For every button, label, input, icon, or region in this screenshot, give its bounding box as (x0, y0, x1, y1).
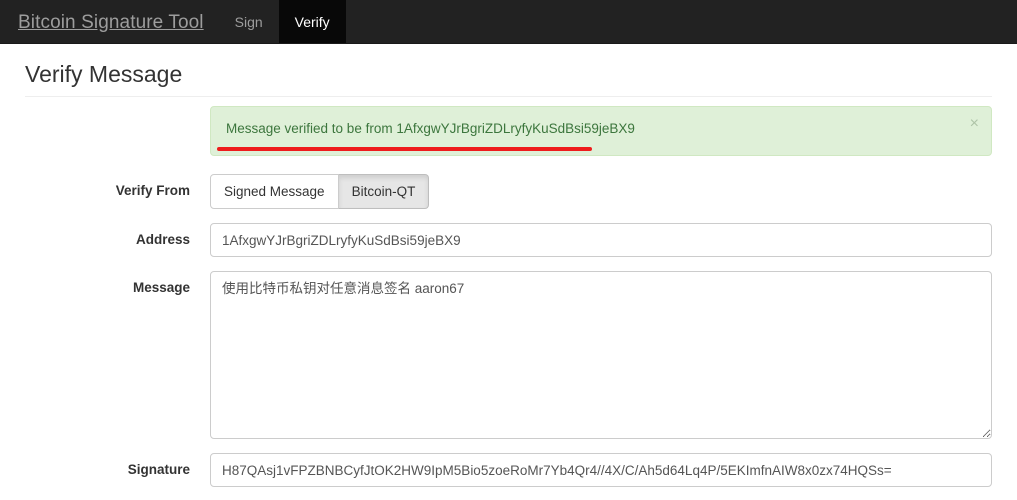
address-input[interactable] (210, 223, 992, 258)
verify-from-control: Signed Message Bitcoin-QT (210, 174, 992, 210)
signature-label: Signature (127, 462, 190, 478)
page-container: Verify Message Message verified to be fr… (0, 61, 1017, 500)
address-control (210, 223, 992, 258)
verify-form: Verify From Signed Message Bitcoin-QT Ad… (25, 174, 992, 500)
close-icon[interactable]: × (970, 116, 979, 132)
nav-link-sign[interactable]: Sign (219, 0, 279, 44)
navbar-links: Sign Verify (219, 0, 346, 44)
nav-link-verify[interactable]: Verify (278, 0, 346, 44)
navbar: Bitcoin Signature Tool Sign Verify (0, 0, 1017, 44)
form-row-verify-from: Verify From Signed Message Bitcoin-QT (25, 174, 992, 210)
page-title: Verify Message (25, 61, 992, 98)
message-textarea[interactable] (210, 271, 992, 440)
address-label: Address (135, 232, 190, 248)
verify-from-label: Verify From (115, 183, 190, 199)
success-alert: Message verified to be from 1AfxgwYJrBgr… (210, 106, 992, 157)
signature-control (210, 453, 992, 488)
alert-text: Message verified to be from 1AfxgwYJrBgr… (226, 121, 635, 137)
signature-input[interactable] (210, 453, 992, 488)
navbar-brand[interactable]: Bitcoin Signature Tool (0, 0, 219, 44)
alert-left-spacer (25, 106, 190, 156)
annotation-underline (217, 147, 592, 152)
form-row-address: Address (25, 223, 992, 258)
signed-message-button[interactable]: Signed Message (210, 174, 339, 210)
message-control (210, 271, 992, 440)
verify-from-button-group: Signed Message Bitcoin-QT (210, 174, 430, 210)
form-row-message: Message (25, 271, 992, 440)
alert-row: Message verified to be from 1AfxgwYJrBgr… (25, 106, 992, 157)
bitcoin-qt-button[interactable]: Bitcoin-QT (338, 174, 430, 210)
message-label: Message (132, 280, 190, 296)
form-row-signature: Signature (25, 453, 992, 488)
